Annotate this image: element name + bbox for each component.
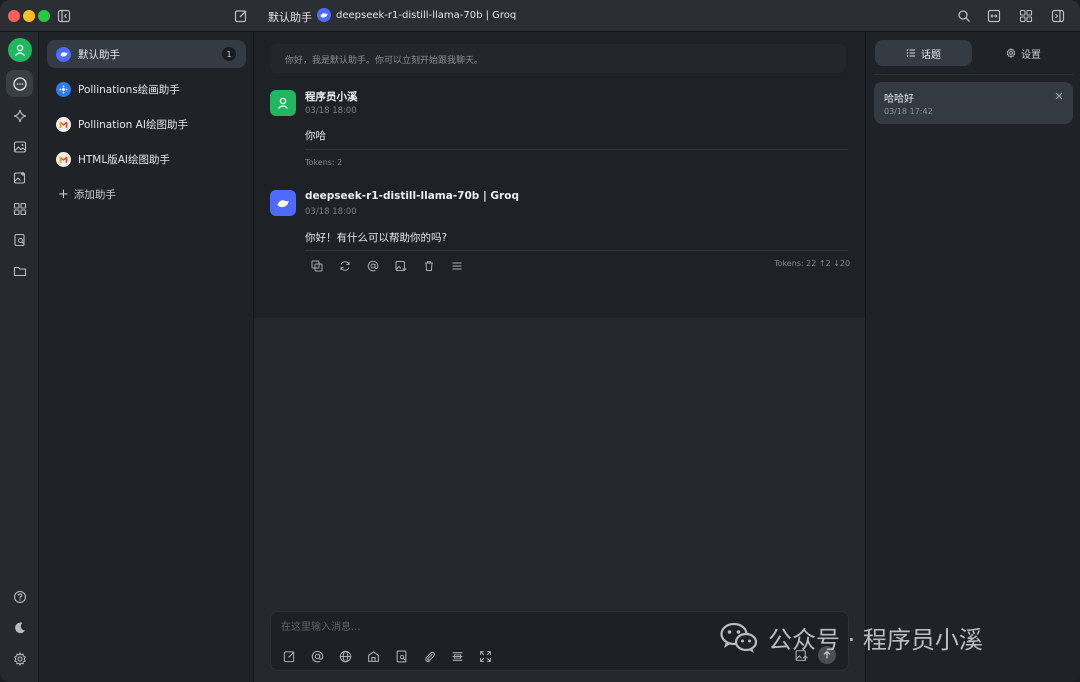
composer-toolbar: [280, 647, 494, 665]
message-token-count: Tokens: 2: [305, 158, 343, 167]
copy-icon[interactable]: [308, 257, 326, 275]
user-message-avatar[interactable]: [270, 90, 296, 116]
message-content: 你好！有什么可以帮助你的吗?: [305, 232, 448, 244]
topic-title: 哈哈好: [884, 94, 914, 105]
gear-icon: [1006, 48, 1016, 58]
wechat-watermark: 公众号 · 程序员小溪: [720, 620, 983, 655]
minimize-window-button[interactable]: [23, 10, 35, 22]
chat-area: 你好，我是默认助手。你可以立刻开始跟我聊天。 程序员小溪 03/18 18:00…: [254, 32, 865, 682]
help-icon[interactable]: [6, 583, 33, 610]
message-divider: [305, 149, 848, 150]
assistants-panel: 默认助手 1 Pollinations绘画助手 Pollination AI绘图…: [39, 32, 254, 682]
add-assistant-label: 添加助手: [73, 189, 116, 201]
grid-layout-icon[interactable]: [1017, 7, 1035, 25]
delete-icon[interactable]: [420, 257, 438, 275]
sparkle-agents-icon[interactable]: [6, 102, 33, 129]
tab-settings-label: 设置: [1021, 49, 1041, 61]
mention-model-icon[interactable]: [308, 647, 326, 665]
assistant-item-pollinations[interactable]: Pollinations绘画助手: [47, 75, 246, 103]
assistant-item-label: Pollinations绘画助手: [78, 83, 180, 96]
assistant-message-avatar[interactable]: [270, 190, 296, 216]
assistant-item-label: HTML版AI绘图助手: [78, 153, 170, 166]
settings-gear-icon[interactable]: [6, 645, 33, 672]
app-window: 默认助手 deepseek-r1-distill-llama-70b | Gro…: [0, 0, 1080, 682]
assistant-item-default[interactable]: 默认助手 1: [47, 40, 246, 68]
message-author: deepseek-r1-distill-llama-70b | Groq: [305, 190, 519, 202]
dark-mode-icon[interactable]: [6, 614, 33, 641]
assistant-item-pollination-ai[interactable]: Pollination AI绘图助手: [47, 110, 246, 138]
deepseek-logo-icon: [56, 46, 71, 62]
image-translate-icon[interactable]: [392, 257, 410, 275]
assistant-topic-count-badge: 1: [222, 47, 236, 61]
add-assistant-button[interactable]: + 添加助手: [58, 187, 116, 202]
assistant-item-label: 默认助手: [78, 48, 120, 61]
plus-icon: +: [58, 186, 69, 202]
new-topic-icon[interactable]: [280, 647, 298, 665]
web-search-globe-icon[interactable]: [336, 647, 354, 665]
image-translate-icon[interactable]: [6, 164, 33, 191]
message-author: 程序员小溪: [305, 91, 358, 103]
apps-grid-icon[interactable]: [6, 195, 33, 222]
message-divider: [305, 250, 848, 251]
message-actions: [308, 257, 466, 275]
panel-divider: [874, 74, 1073, 75]
list-icon: [906, 49, 915, 57]
gmail-style-logo-icon: [56, 116, 71, 132]
tab-topics-label: 话题: [921, 49, 941, 61]
expand-fullscreen-icon[interactable]: [476, 647, 494, 665]
welcome-message: 你好，我是默认助手。你可以立刻开始跟我聊天。: [270, 44, 846, 73]
search-icon[interactable]: [955, 7, 973, 25]
watermark-text: 公众号 · 程序员小溪: [768, 626, 983, 654]
assistant-item-label: Pollination AI绘图助手: [78, 118, 188, 131]
maximize-window-button[interactable]: [38, 10, 50, 22]
topic-timestamp: 03/18 17:42: [884, 107, 933, 116]
sidebar-toggle-icon[interactable]: [55, 7, 73, 25]
fit-width-icon[interactable]: [985, 7, 1003, 25]
more-menu-icon[interactable]: [448, 257, 466, 275]
knowledge-base-icon[interactable]: [364, 647, 382, 665]
attachment-paperclip-icon[interactable]: [420, 647, 438, 665]
topic-item[interactable]: 哈哈好 03/18 17:42: [874, 82, 1073, 124]
assistant-item-html-ai[interactable]: HTML版AI绘图助手: [47, 145, 246, 173]
quick-phrase-icon[interactable]: [392, 647, 410, 665]
chat-nav-icon[interactable]: [6, 70, 33, 97]
title-bar: 默认助手 deepseek-r1-distill-llama-70b | Gro…: [0, 0, 1080, 32]
pollinations-logo-icon: [56, 81, 71, 97]
message-content: 你哈: [305, 130, 326, 142]
tab-settings[interactable]: 设置: [975, 40, 1072, 66]
user-avatar[interactable]: [6, 36, 33, 63]
gmail-style-logo-icon: [56, 151, 71, 167]
clear-context-icon[interactable]: [448, 647, 466, 665]
wechat-logo-icon: [720, 622, 758, 653]
message-timestamp: 03/18 18:00: [305, 106, 357, 116]
message-timestamp: 03/18 18:00: [305, 207, 357, 217]
knowledge-search-icon[interactable]: [6, 226, 33, 253]
titlebar-assistant-name: 默认助手: [268, 11, 312, 24]
folder-icon[interactable]: [6, 257, 33, 284]
image-paint-icon[interactable]: [6, 133, 33, 160]
message-list: 你好，我是默认助手。你可以立刻开始跟我聊天。 程序员小溪 03/18 18:00…: [254, 32, 865, 318]
close-window-button[interactable]: [8, 10, 20, 22]
regenerate-icon[interactable]: [336, 257, 354, 275]
mention-icon[interactable]: [364, 257, 382, 275]
titlebar-model-selector[interactable]: deepseek-r1-distill-llama-70b | Groq: [317, 8, 516, 22]
close-icon[interactable]: [1053, 90, 1065, 102]
right-panel-toggle-icon[interactable]: [1049, 7, 1067, 25]
titlebar-model-name: deepseek-r1-distill-llama-70b | Groq: [336, 9, 517, 21]
deepseek-logo-icon: [317, 8, 331, 22]
navigation-rail: [0, 32, 39, 682]
message-input[interactable]: [281, 619, 701, 635]
topics-panel: 话题 设置 哈哈好 03/18 17:42: [865, 32, 1080, 682]
new-chat-icon[interactable]: [232, 7, 250, 25]
message-token-count: Tokens: 22 ↑2 ↓20: [774, 259, 851, 268]
user-avatar-circle: [7, 37, 32, 62]
tab-topics[interactable]: 话题: [875, 40, 972, 66]
